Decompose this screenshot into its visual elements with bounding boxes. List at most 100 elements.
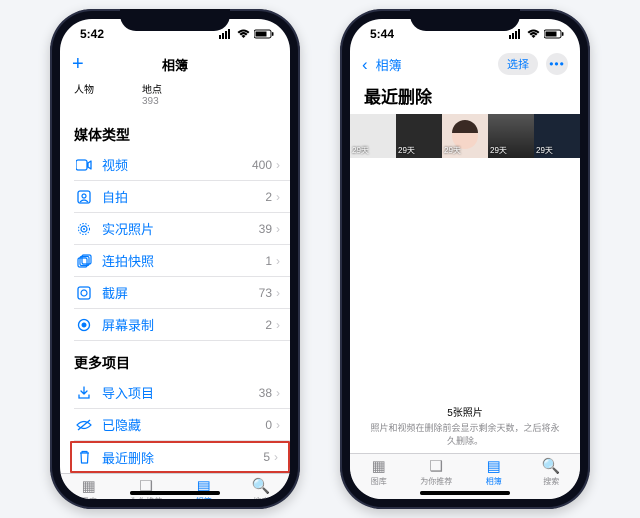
navbar: + 相簿 (60, 49, 290, 79)
row-count: 2 (265, 190, 272, 204)
row-video[interactable]: 视频400› (74, 149, 290, 181)
search-icon: 🔍 (542, 457, 561, 475)
battery-icon (254, 29, 274, 39)
people-shortcut[interactable]: 人物 (74, 81, 94, 107)
row-label: 屏幕录制 (94, 315, 265, 334)
wifi-icon (237, 29, 250, 39)
albums-icon: ▤ (487, 457, 501, 475)
footer-note: 5张照片 照片和视频在删除前会显示剩余天数，之后将永久删除。 (350, 400, 580, 453)
back-button[interactable]: ‹ 相簿 (362, 55, 402, 74)
tab-albums[interactable]: ▤相簿 (175, 474, 233, 499)
deletion-hint: 照片和视频在删除前会显示剩余天数，之后将永久删除。 (370, 421, 560, 447)
row-imports[interactable]: 导入项目38› (74, 377, 290, 409)
screen-left: 5:42 + 相簿 人物 地点 393 媒体类型 视频400›自拍2›实况照片3… (60, 19, 290, 499)
days-badge: 29天 (398, 145, 415, 156)
row-count: 2 (265, 318, 272, 332)
hidden-icon (74, 419, 94, 431)
home-indicator[interactable] (420, 491, 510, 495)
chevron-right-icon: › (272, 418, 280, 432)
tab-label: 相簿 (196, 496, 212, 500)
screenrec-icon (74, 318, 94, 332)
section-more-items: 更多项目 (60, 341, 290, 377)
row-label: 实况照片 (94, 219, 259, 238)
chevron-right-icon: › (272, 158, 280, 172)
tab-label: 相簿 (486, 476, 502, 487)
row-count: 0 (265, 418, 272, 432)
thumbnail-strip: 29天29天29天29天29天 (350, 114, 580, 158)
days-badge: 29天 (536, 145, 553, 156)
row-burst[interactable]: 连拍快照1› (74, 245, 290, 277)
plus-icon: + (72, 54, 84, 74)
library-icon: ▦ (82, 477, 96, 495)
tab-label: 搜索 (543, 476, 559, 487)
home-indicator[interactable] (130, 491, 220, 495)
row-count: 39 (259, 222, 272, 236)
row-label: 最近删除 (94, 448, 263, 467)
tab-search[interactable]: 🔍搜索 (523, 454, 581, 489)
tab-bar: ▦图库❑为你推荐▤相簿🔍搜索 (60, 473, 290, 499)
nav-title: 相簿 (162, 55, 188, 74)
tab-library[interactable]: ▦图库 (60, 474, 118, 499)
status-time: 5:42 (80, 27, 104, 41)
page-title: 最近删除 (350, 79, 580, 114)
more-items-list: 导入项目38›已隐藏0›最近删除5› (60, 377, 290, 473)
tab-foryou[interactable]: ❑为你推荐 (408, 454, 466, 489)
select-button[interactable]: 选择 (498, 53, 538, 75)
back-label: 相簿 (376, 55, 402, 74)
places-label: 地点 (142, 81, 162, 96)
library-icon: ▦ (372, 457, 386, 475)
row-deleted[interactable]: 最近删除5› (70, 441, 290, 473)
chevron-right-icon: › (272, 222, 280, 236)
foryou-icon: ❑ (430, 457, 443, 475)
row-label: 截屏 (94, 283, 259, 302)
tab-library[interactable]: ▦图库 (350, 454, 408, 489)
row-label: 已隐藏 (94, 415, 265, 434)
wifi-icon (527, 29, 540, 39)
thumbnail[interactable]: 29天 (396, 114, 442, 158)
places-shortcut[interactable]: 地点 393 (142, 81, 162, 107)
row-count: 38 (259, 386, 272, 400)
row-count: 73 (259, 286, 272, 300)
trash-icon (74, 450, 94, 464)
thumbnail[interactable]: 29天 (488, 114, 534, 158)
chevron-right-icon: › (272, 318, 280, 332)
thumbnail[interactable]: 29天 (442, 114, 488, 158)
row-screenrec[interactable]: 屏幕录制2› (74, 309, 290, 341)
photo-count: 5张照片 (370, 404, 560, 419)
chevron-right-icon: › (272, 254, 280, 268)
more-button[interactable]: ••• (546, 53, 568, 75)
tab-label: 为你推荐 (420, 476, 452, 487)
chevron-right-icon: › (272, 386, 280, 400)
chevron-right-icon: › (272, 286, 280, 300)
thumbnail[interactable]: 29天 (350, 114, 396, 158)
days-badge: 29天 (490, 145, 507, 156)
row-selfie[interactable]: 自拍2› (74, 181, 290, 213)
tab-label: 图库 (371, 476, 387, 487)
screen-right: 5:44 ‹ 相簿 选择 ••• 最近删除 29天29天29天29天29天 5张… (350, 19, 580, 499)
thumbnail[interactable]: 29天 (534, 114, 580, 158)
tab-albums[interactable]: ▤相簿 (465, 454, 523, 489)
status-indicators (219, 29, 274, 39)
add-button[interactable]: + (72, 54, 84, 74)
tab-label: 为你推荐 (130, 496, 162, 500)
chevron-right-icon: › (270, 450, 278, 464)
chevron-left-icon: ‹ (362, 56, 368, 73)
row-screenshot[interactable]: 截屏73› (74, 277, 290, 309)
tab-search[interactable]: 🔍搜索 (233, 474, 291, 499)
status-indicators (509, 29, 564, 39)
days-badge: 29天 (444, 145, 461, 156)
row-hidden[interactable]: 已隐藏0› (74, 409, 290, 441)
battery-icon (544, 29, 564, 39)
row-count: 400 (252, 158, 272, 172)
row-label: 连拍快照 (94, 251, 265, 270)
section-media-types: 媒体类型 (60, 113, 290, 149)
tab-label: 图库 (81, 496, 97, 500)
row-live[interactable]: 实况照片39› (74, 213, 290, 245)
burst-icon (74, 254, 94, 268)
tab-foryou[interactable]: ❑为你推荐 (118, 474, 176, 499)
album-shortcuts: 人物 地点 393 (60, 79, 290, 113)
ellipsis-icon: ••• (549, 57, 565, 71)
media-types-list: 视频400›自拍2›实况照片39›连拍快照1›截屏73›屏幕录制2› (60, 149, 290, 341)
people-label: 人物 (74, 81, 94, 96)
chevron-right-icon: › (272, 190, 280, 204)
